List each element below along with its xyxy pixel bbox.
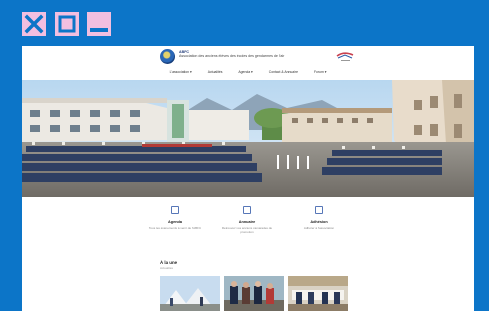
partner-logo-icon[interactable] <box>335 50 355 64</box>
quick-link-desc: Tous les événements à venir de l'ABFC <box>148 226 202 230</box>
browser-viewport: ABFC Association des anciens élèves des … <box>22 46 474 311</box>
nav-item-news[interactable]: Actualités <box>208 70 223 74</box>
quick-link-adhesion[interactable]: Adhésion Adhérer à l'association <box>291 206 347 230</box>
maximize-icon <box>58 15 76 33</box>
window-frame: ABFC Association des anciens élèves des … <box>0 0 489 311</box>
hero-image <box>22 80 474 197</box>
news-section-title: À la une <box>160 260 178 265</box>
membership-icon <box>315 206 323 214</box>
quick-link-agenda[interactable]: Agenda Tous les événements à venir de l'… <box>147 206 203 230</box>
quick-link-desc: Retrouvez vos anciens camarades de promo… <box>221 226 273 234</box>
quick-link-title: Agenda <box>168 220 182 224</box>
news-image-people <box>224 276 284 311</box>
nav-item-agenda[interactable]: Agenda ▾ <box>238 70 252 74</box>
site-brand[interactable]: ABFC Association des anciens élèves des … <box>179 50 339 58</box>
quick-link-annuaire[interactable]: Annuaire Retrouvez vos anciens camarades… <box>219 206 275 234</box>
nav-item-contact[interactable]: Contact & Annuaire <box>269 70 298 74</box>
main-nav: L'association ▾ Actualités Agenda ▾ Cont… <box>22 70 474 74</box>
nav-item-association[interactable]: L'association ▾ <box>170 70 192 74</box>
site-header: ABFC Association des anciens élèves des … <box>22 46 474 78</box>
minimize-icon <box>90 28 108 32</box>
maximize-button[interactable] <box>55 12 79 36</box>
close-button[interactable] <box>22 12 46 36</box>
news-image-tents <box>160 276 220 311</box>
minimize-button[interactable] <box>87 12 111 36</box>
parade-photo <box>22 80 474 197</box>
news-section-subtitle: Actualités <box>160 266 174 270</box>
quick-link-title: Annuaire <box>238 220 256 224</box>
close-icon <box>24 14 44 34</box>
nav-item-forum[interactable]: Forum ▾ <box>314 70 326 74</box>
brand-full-name: Association des anciens élèves des école… <box>179 54 285 58</box>
news-card-1[interactable] <box>160 276 220 311</box>
news-card-2[interactable] <box>224 276 284 311</box>
calendar-icon <box>171 206 179 214</box>
quick-links: Agenda Tous les événements à venir de l'… <box>147 206 347 246</box>
site-logo[interactable] <box>160 49 175 64</box>
title-bar <box>0 0 489 48</box>
quick-link-title: Adhésion <box>310 220 328 224</box>
news-image-ceremony <box>288 276 348 311</box>
news-card-3[interactable] <box>288 276 348 311</box>
quick-link-desc: Adhérer à l'association <box>303 226 335 230</box>
directory-icon <box>243 206 251 214</box>
